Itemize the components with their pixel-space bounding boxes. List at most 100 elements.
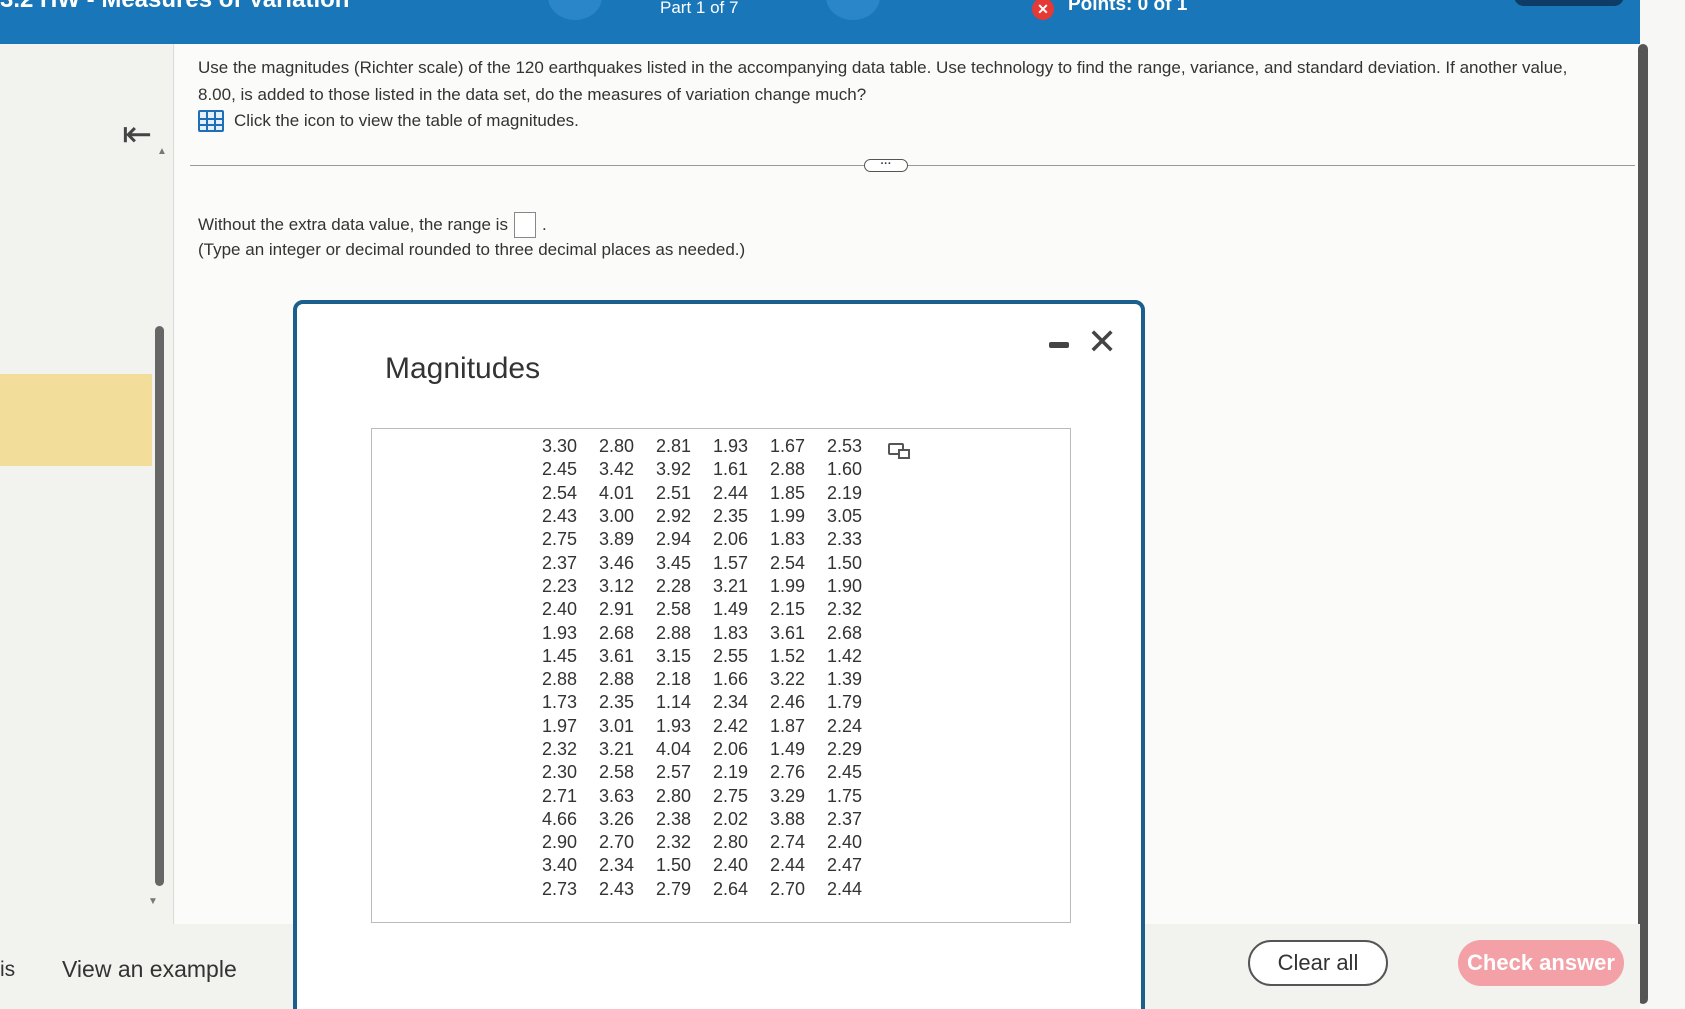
- table-cell: 2.45: [827, 762, 863, 783]
- table-cell: 2.75: [542, 529, 578, 550]
- table-cell: 2.29: [827, 739, 863, 759]
- table-cell: 1.50: [656, 855, 692, 876]
- table-cell: 3.89: [599, 529, 635, 550]
- close-icon[interactable]: ✕: [1087, 324, 1117, 360]
- previous-part-button[interactable]: [548, 0, 602, 20]
- points-status: Points: 0 of 1: [1068, 0, 1188, 15]
- table-cell: 3.21: [599, 739, 635, 759]
- popup-title: Magnitudes: [385, 352, 541, 385]
- table-cell: 1.14: [656, 692, 692, 713]
- copy-icon[interactable]: [888, 443, 910, 459]
- table-cell: 1.97: [542, 715, 578, 736]
- table-cell: 1.49: [713, 599, 749, 620]
- table-cell: 1.87: [770, 715, 806, 736]
- table-cell: 3.88: [770, 808, 806, 829]
- table-cell: 2.58: [656, 599, 692, 620]
- left-footer-fragment: is: [0, 958, 16, 981]
- table-cell: 2.19: [713, 762, 749, 783]
- table-cell: 2.32: [656, 832, 692, 853]
- collapse-left-icon[interactable]: ⇤: [122, 116, 152, 152]
- table-cell: 2.28: [656, 575, 692, 596]
- table-cell: 3.05: [827, 506, 863, 527]
- table-cell: 4.66: [542, 808, 578, 829]
- table-cell: 2.53: [827, 436, 863, 457]
- table-row: 2.32 3.21 4.04 2.06 1.49 2.29: [542, 738, 884, 761]
- table-cell: 2.32: [542, 739, 578, 759]
- view-example-link[interactable]: View an example: [62, 956, 237, 983]
- table-cell: 2.51: [656, 482, 692, 503]
- table-cell: 2.73: [542, 878, 578, 899]
- table-cell: 2.54: [542, 482, 578, 503]
- table-cell: 2.68: [827, 622, 863, 643]
- table-row: 2.23 3.12 2.28 3.21 1.99 1.90: [542, 575, 884, 598]
- table-cell: 2.64: [713, 878, 749, 899]
- table-cell: 1.93: [542, 622, 578, 643]
- table-cell: 1.67: [770, 436, 806, 457]
- table-row: 2.37 3.46 3.45 1.57 2.54 1.50: [542, 551, 884, 574]
- table-cell: 2.44: [827, 878, 863, 899]
- next-part-button[interactable]: [826, 0, 880, 20]
- scroll-down-arrow-icon[interactable]: ▼: [148, 896, 158, 907]
- answer-prompt: Without the extra data value, the range …: [198, 215, 508, 234]
- table-row: 2.73 2.43 2.79 2.64 2.70 2.44: [542, 878, 884, 901]
- table-cell: 3.63: [599, 785, 635, 806]
- table-link[interactable]: Click the icon to view the table of magn…: [198, 110, 579, 132]
- table-cell: 2.06: [713, 529, 749, 550]
- table-cell: 2.34: [713, 692, 749, 713]
- answer-suffix: .: [541, 215, 547, 234]
- table-row: 1.93 2.68 2.88 1.83 3.61 2.68: [542, 621, 884, 644]
- table-cell: 2.37: [827, 808, 863, 829]
- page-scrollbar[interactable]: [1638, 44, 1648, 1004]
- table-cell: 1.57: [713, 552, 749, 573]
- expand-handle[interactable]: ···: [864, 159, 908, 172]
- table-cell: 3.40: [542, 855, 578, 876]
- table-cell: 2.35: [599, 692, 635, 713]
- check-answer-button[interactable]: Check answer: [1458, 940, 1624, 986]
- table-cell: 2.44: [770, 855, 806, 876]
- table-row: 2.43 3.00 2.92 2.35 1.99 3.05: [542, 505, 884, 528]
- table-cell: 2.42: [713, 715, 749, 736]
- table-cell: 2.80: [599, 436, 635, 457]
- error-x-icon: ✕: [1032, 0, 1054, 20]
- magnitudes-popup: Magnitudes ✕ 3.30 2.80 2.81 1.93 1.67 2.53 2.4…: [293, 300, 1145, 1009]
- table-cell: 1.93: [656, 715, 692, 736]
- question-text: Use the magnitudes (Richter scale) of th…: [198, 58, 1568, 104]
- table-cell: 1.49: [770, 739, 806, 759]
- table-cell: 2.80: [656, 785, 692, 806]
- table-cell: 2.46: [770, 692, 806, 713]
- magnitudes-data-box: 3.30 2.80 2.81 1.93 1.67 2.53 2.45 3.42 3.92 1.61…: [371, 428, 1071, 923]
- minimize-icon[interactable]: [1049, 342, 1069, 348]
- table-row: 4.66 3.26 2.38 2.02 3.88 2.37: [542, 808, 884, 831]
- left-scrollbar[interactable]: [155, 326, 164, 886]
- table-cell: 4.04: [656, 739, 692, 759]
- table-cell: 2.19: [827, 482, 863, 503]
- table-cell: 2.75: [713, 785, 749, 806]
- table-link-label: Click the icon to view the table of magn…: [234, 111, 579, 130]
- table-cell: 2.43: [542, 506, 578, 527]
- table-cell: 1.42: [827, 645, 863, 666]
- table-cell: 3.22: [770, 669, 806, 690]
- range-answer-input[interactable]: [513, 212, 536, 238]
- table-cell: 2.94: [656, 529, 692, 550]
- table-cell: 1.85: [770, 482, 806, 503]
- table-cell: 2.88: [542, 669, 578, 690]
- table-cell: 3.21: [713, 575, 749, 596]
- table-cell: 1.50: [827, 552, 863, 573]
- table-cell: 2.81: [656, 436, 692, 457]
- table-cell: 2.37: [542, 552, 578, 573]
- table-cell: 2.76: [770, 762, 806, 783]
- next-question-button[interactable]: [1514, 0, 1624, 6]
- table-cell: 2.02: [713, 808, 749, 829]
- table-cell: 2.34: [599, 855, 635, 876]
- table-row: 2.40 2.91 2.58 1.49 2.15 2.32: [542, 598, 884, 621]
- table-row: 3.40 2.34 1.50 2.40 2.44 2.47: [542, 854, 884, 877]
- table-cell: 2.88: [656, 622, 692, 643]
- table-cell: 2.91: [599, 599, 635, 620]
- table-cell: 1.90: [827, 575, 863, 596]
- table-row: 2.75 3.89 2.94 2.06 1.83 2.33: [542, 528, 884, 551]
- scroll-up-arrow-icon[interactable]: ▲: [157, 146, 167, 157]
- assignment-title: 3.2 HW - Measures of Variation: [0, 0, 349, 14]
- table-cell: 2.40: [713, 855, 749, 876]
- clear-all-button[interactable]: Clear all: [1248, 940, 1388, 986]
- table-grid-icon[interactable]: [198, 110, 224, 132]
